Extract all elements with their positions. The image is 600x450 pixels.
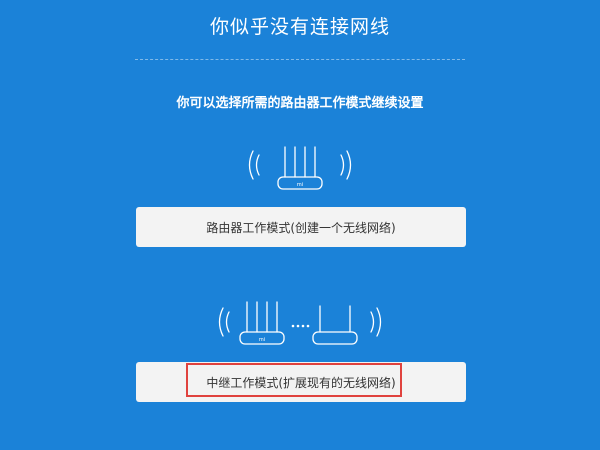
router-relay-icon: mi xyxy=(218,301,382,345)
router-antennas-icon: mi xyxy=(248,146,352,190)
svg-text:mi: mi xyxy=(259,337,265,343)
title-divider xyxy=(135,59,465,60)
router-mode-label: 路由器工作模式(创建一个无线网络) xyxy=(206,220,396,235)
selection-highlight xyxy=(186,363,402,397)
svg-text:mi: mi xyxy=(297,182,303,188)
router-mode-button[interactable]: 路由器工作模式(创建一个无线网络) xyxy=(136,207,466,247)
instruction-text: 你可以选择所需的路由器工作模式继续设置 xyxy=(176,96,424,111)
page-title: 你似乎没有连接网线 xyxy=(209,16,390,38)
